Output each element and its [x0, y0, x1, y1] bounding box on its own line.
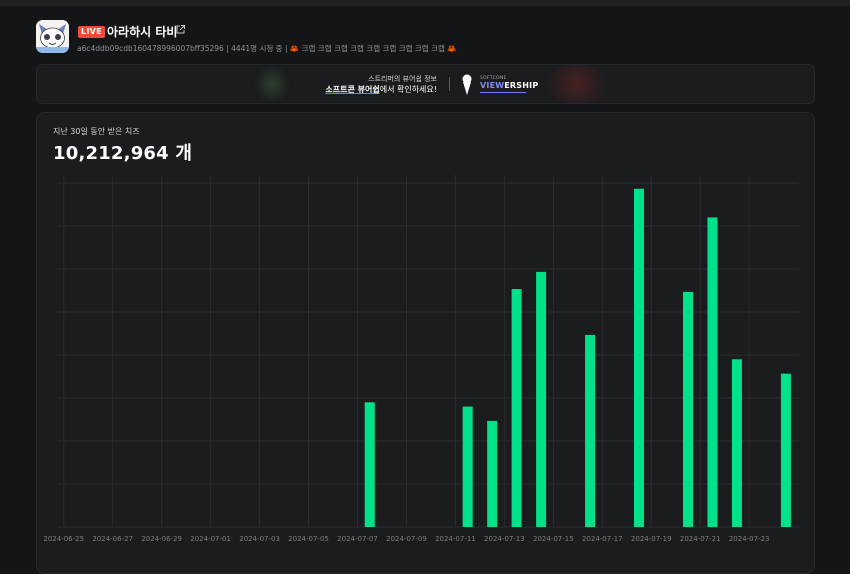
bar-2024-07-22[interactable]	[731, 359, 742, 527]
x-tick-label: 2024-07-07	[337, 535, 378, 543]
channel-id: a6c4ddb09cdb160478996007bff35296	[77, 44, 224, 53]
brand-view: VIEW	[480, 81, 505, 90]
x-tick-label: 2024-07-15	[533, 535, 574, 543]
viewership-banner[interactable]: 스트리머의 뷰어쉽 정보 소프트콘 뷰어쉽에서 확인하세요! SOFTCONE …	[36, 64, 815, 104]
top-bar	[0, 0, 850, 6]
x-tick-label: 2024-06-25	[43, 535, 84, 543]
banner-decoration	[252, 67, 292, 101]
x-tick-label: 2024-07-13	[484, 535, 525, 543]
x-tick-label: 2024-06-27	[92, 535, 133, 543]
x-tick-label: 2024-07-11	[435, 535, 476, 543]
bar-2024-07-18[interactable]	[634, 188, 645, 527]
x-tick-label: 2024-07-21	[680, 535, 721, 543]
live-badge: LIVE	[78, 26, 105, 38]
x-tick-label: 2024-07-17	[582, 535, 623, 543]
channel-name[interactable]: 아라하시 타비	[107, 23, 177, 40]
brand-underline	[480, 92, 526, 93]
x-tick-label: 2024-07-19	[631, 535, 672, 543]
channel-avatar[interactable]	[36, 20, 69, 53]
x-tick-label: 2024-07-05	[288, 535, 329, 543]
banner-caption: 스트리머의 뷰어쉽 정보	[368, 75, 437, 83]
bar-2024-07-14[interactable]	[536, 271, 547, 527]
crab-icon: 🦀	[447, 44, 457, 53]
x-tick-label: 2024-07-09	[386, 535, 427, 543]
cheese-total: 10,212,964 개	[53, 143, 193, 164]
x-tick-label: 2024-07-01	[190, 535, 231, 543]
banner-message-bold: 소프트콘 뷰어쉽	[325, 85, 380, 94]
banner-decoration	[537, 65, 617, 103]
bar-2024-07-13[interactable]	[511, 289, 522, 527]
x-tick-label: 2024-06-29	[141, 535, 182, 543]
banner-message: 소프트콘 뷰어쉽에서 확인하세요!	[317, 84, 437, 95]
brand-viewership: VIEWERSHIP	[480, 81, 538, 90]
banner-divider	[449, 77, 450, 91]
brand-ership: ERSHIP	[504, 81, 539, 90]
external-link-icon[interactable]	[175, 24, 186, 35]
ice-cream-cone-icon	[462, 74, 472, 95]
crab-text: 크랩 크랩 크랩 크랩 크랩 크랩 크랩 크랩 크랩	[301, 44, 445, 53]
x-tick-label: 2024-07-03	[239, 535, 280, 543]
bar-2024-07-20[interactable]	[682, 291, 693, 527]
cheese-chart-card: 2024-06-25 2024-06-27 2024-06-29 2024-07-01…	[36, 112, 815, 574]
chart-subtitle: 지난 30일 동안 받은 치즈	[53, 127, 140, 136]
x-tick-label: 2024-07-23	[729, 535, 770, 543]
bar-2024-07-24[interactable]	[780, 373, 791, 527]
banner-message-rest: 에서 확인하세요!	[379, 85, 437, 94]
bar-2024-07-11[interactable]	[462, 406, 473, 527]
viewer-count: 4441명 시청 중	[231, 44, 283, 53]
cheese-bar-chart: 2024-06-25 2024-06-27 2024-06-29 2024-07-01…	[43, 175, 799, 543]
bar-2024-07-12[interactable]	[487, 420, 498, 527]
crab-icon: 🦀	[289, 44, 300, 53]
channel-header: LIVE 아라하시 타비 a6c4ddb09cdb160478996007bff…	[36, 20, 816, 56]
bar-2024-07-16[interactable]	[585, 334, 596, 527]
bar-2024-07-21[interactable]	[707, 217, 718, 527]
bar-2024-07-07[interactable]	[364, 402, 375, 527]
channel-meta: a6c4ddb09cdb160478996007bff35296 | 4441명…	[77, 43, 457, 54]
